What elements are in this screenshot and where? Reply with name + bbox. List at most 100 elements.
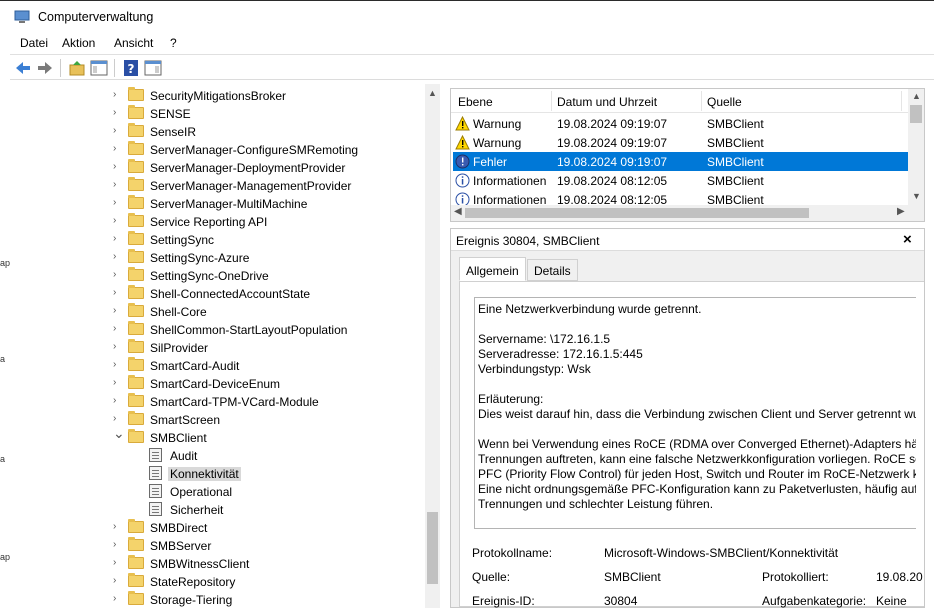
chevron-right-icon[interactable]: › [113,539,123,551]
close-icon[interactable]: × [903,231,912,248]
event-log-icon [149,448,162,462]
tree-folder-item[interactable]: › SmartCard-TPM-VCard-Module [10,392,425,410]
tree-folder-item[interactable]: › SMBDirect [10,518,425,536]
tree-folder-item[interactable]: › SenseIR [10,122,425,140]
chevron-right-icon[interactable]: › [113,377,123,389]
tree-log-item[interactable]: Audit [10,446,425,464]
scroll-up-icon[interactable]: ▲ [912,91,921,101]
menu-ansicht[interactable]: Ansicht [114,36,153,50]
column-quelle[interactable]: Quelle [707,95,742,109]
chevron-right-icon[interactable]: › [113,575,123,587]
tree-folder-item[interactable]: › SMBServer [10,536,425,554]
chevron-right-icon[interactable]: › [113,521,123,533]
show-hide-console-tree-icon[interactable] [90,59,108,77]
tree-folder-item[interactable]: › SMBWitnessClient [10,554,425,572]
scrollbar-thumb[interactable] [465,208,809,218]
chevron-right-icon[interactable]: › [113,197,123,209]
event-source: SMBClient [707,174,764,188]
chevron-right-icon[interactable]: › [113,413,123,425]
help-icon[interactable]: ? [122,59,140,77]
protokolliert-label: Protokolliert: [762,570,829,584]
menu-datei[interactable]: Datei [20,36,48,50]
chevron-right-icon[interactable]: › [113,341,123,353]
chevron-right-icon[interactable]: › [113,233,123,245]
chevron-right-icon[interactable]: › [113,323,123,335]
chevron-right-icon[interactable]: › [113,593,123,605]
scroll-up-icon[interactable]: ▲ [428,88,437,98]
chevron-right-icon[interactable]: › [113,251,123,263]
tree-folder-item[interactable]: › Shell-ConnectedAccountState [10,284,425,302]
tree-folder-item[interactable]: › Service Reporting API [10,212,425,230]
event-row[interactable]: Warnung 19.08.2024 09:19:07 SMBClient [453,133,908,152]
tree-folder-item[interactable]: › SilProvider [10,338,425,356]
tree-folder-item[interactable]: › ShellCommon-StartLayoutPopulation [10,320,425,338]
chevron-down-icon[interactable]: ⌄ [113,426,125,440]
tree-folder-item[interactable]: › SettingSync-Azure [10,248,425,266]
chevron-right-icon[interactable]: › [113,125,123,137]
event-row[interactable]: Fehler 19.08.2024 09:19:07 SMBClient [453,152,908,171]
title-bar[interactable]: Computerverwaltung [0,0,934,32]
tree-folder-item[interactable]: › SecurityMitigationsBroker [10,86,425,104]
event-level: Warnung [473,136,522,150]
chevron-right-icon[interactable]: › [113,215,123,227]
tree-log-item[interactable]: Sicherheit [10,500,425,518]
tree-folder-item[interactable]: › SmartCard-Audit [10,356,425,374]
chevron-right-icon[interactable]: › [113,269,123,281]
scroll-right-icon[interactable]: ▶ [897,206,905,217]
event-row[interactable]: Informationen 19.08.2024 08:12:05 SMBClien… [453,171,908,190]
event-list-vscroll[interactable]: ▲ ▼ [908,89,924,205]
tree-log-item[interactable]: Operational [10,482,425,500]
up-folder-icon[interactable] [68,59,86,77]
show-hide-action-pane-icon[interactable] [144,59,162,77]
chevron-right-icon[interactable]: › [113,305,123,317]
event-level: Informationen [473,174,547,188]
tree-folder-item[interactable]: › ServerManager-DeploymentProvider [10,158,425,176]
menu-aktion[interactable]: Aktion [62,36,95,50]
event-list-hscroll[interactable]: ◀ ▶ [451,205,924,221]
tree-folder-item[interactable]: › Shell-Core [10,302,425,320]
tree-folder-item[interactable]: › SettingSync [10,230,425,248]
column-datum[interactable]: Datum und Uhrzeit [557,95,657,109]
tab-details[interactable]: Details [527,259,578,281]
tree-folder-item[interactable]: › Storage-Tiering [10,590,425,608]
folder-icon [128,357,144,371]
tree-item-label: SENSE [150,107,191,121]
tree-scrollbar[interactable]: ▲ [425,84,440,608]
tree-item-label: SMBWitnessClient [150,557,250,571]
scroll-down-icon[interactable]: ▼ [912,191,921,201]
tree-folder-item[interactable]: › ServerManager-ManagementProvider [10,176,425,194]
tree-folder-item[interactable]: › ServerManager-ConfigureSMRemoting [10,140,425,158]
chevron-right-icon[interactable]: › [113,107,123,119]
chevron-right-icon[interactable]: › [113,161,123,173]
chevron-right-icon[interactable]: › [113,287,123,299]
tree-item-label: Shell-Core [150,305,207,319]
scrollbar-thumb[interactable] [427,512,438,584]
event-source: SMBClient [707,155,764,169]
chevron-right-icon[interactable]: › [113,89,123,101]
tree-folder-item[interactable]: › SettingSync-OneDrive [10,266,425,284]
tree-folder-item[interactable]: › SENSE [10,104,425,122]
scrollbar-thumb[interactable] [910,105,922,123]
event-message-box[interactable]: Eine Netzwerkverbindung wurde getrennt. S… [474,297,916,529]
tree-log-item[interactable]: Konnektivität [10,464,425,482]
tree-folder-item[interactable]: › SmartScreen [10,410,425,428]
back-arrow-icon[interactable] [14,59,32,77]
tab-allgemein[interactable]: Allgemein [459,257,526,281]
column-ebene[interactable]: Ebene [458,95,493,109]
console-tree[interactable]: › SecurityMitigationsBroker › SENSE › SenseIR… [10,84,440,608]
event-row[interactable]: Warnung 19.08.2024 09:19:07 SMBClient [453,114,908,133]
chevron-right-icon[interactable]: › [113,557,123,569]
tree-folder-item[interactable]: › SmartCard-DeviceEnum [10,374,425,392]
tree-folder-item[interactable]: › StateRepository [10,572,425,590]
chevron-right-icon[interactable]: › [113,395,123,407]
chevron-right-icon[interactable]: › [113,359,123,371]
chevron-right-icon[interactable]: › [113,179,123,191]
message-line [478,377,916,392]
chevron-right-icon[interactable]: › [113,143,123,155]
forward-arrow-icon[interactable] [36,59,54,77]
scroll-left-icon[interactable]: ◀ [454,206,462,217]
tree-folder-item[interactable]: › ServerManager-MultiMachine [10,194,425,212]
menu-help[interactable]: ? [170,36,177,50]
tree-folder-item[interactable]: ⌄ SMBClient [10,426,425,446]
tree-item-label: SettingSync-Azure [150,251,250,265]
